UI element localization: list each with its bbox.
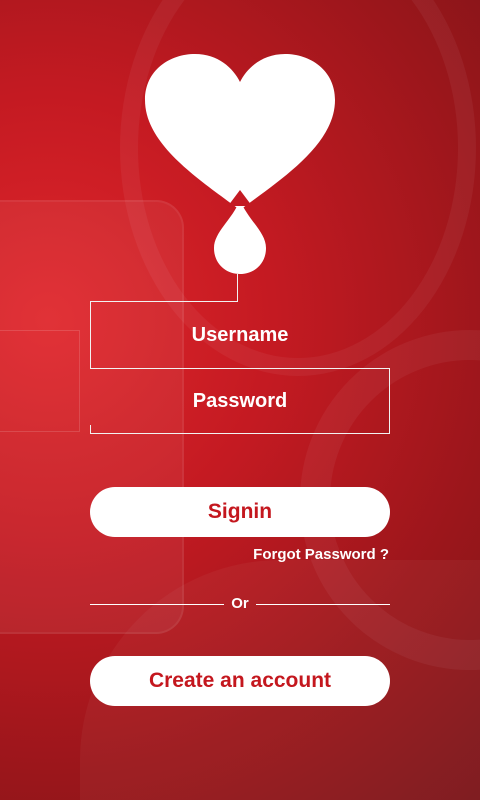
or-divider: Or — [90, 594, 390, 614]
divider-line-right — [256, 604, 390, 605]
forgot-password-link[interactable]: Forgot Password ? — [253, 546, 389, 563]
username-field[interactable]: Username — [90, 302, 390, 368]
password-field[interactable]: Password — [90, 368, 390, 434]
login-screen: Username Password Signin Forgot Password… — [0, 0, 480, 800]
create-account-button[interactable]: Create an account — [90, 656, 390, 706]
password-placeholder: Password — [192, 390, 288, 412]
connector-line — [237, 274, 238, 302]
signin-button[interactable]: Signin — [90, 487, 390, 537]
username-placeholder: Username — [191, 324, 289, 346]
heart-blood-drop-icon — [145, 54, 335, 274]
background-bag-label-decoration — [0, 330, 80, 432]
